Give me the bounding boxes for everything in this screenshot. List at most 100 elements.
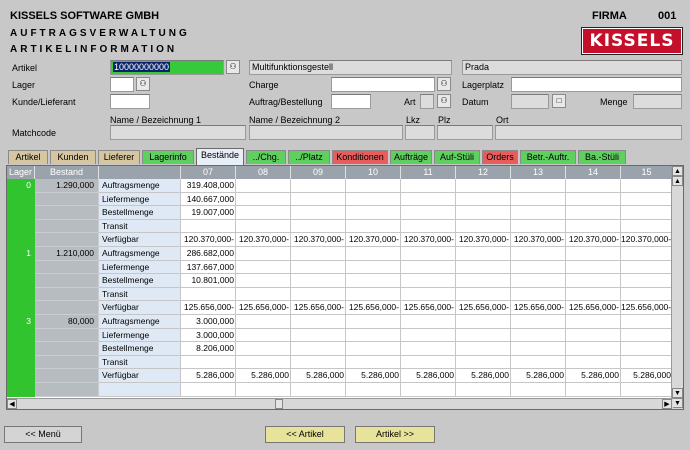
value-cell[interactable] [401,219,456,234]
value-cell[interactable] [401,315,456,329]
value-cell[interactable] [236,260,291,275]
value-cell[interactable] [511,274,566,288]
value-cell[interactable]: 8.206,000 [181,342,236,356]
value-cell[interactable] [456,206,511,220]
value-cell[interactable] [621,274,673,288]
tab-3[interactable]: Lieferer [98,150,140,164]
value-cell[interactable] [566,179,621,193]
value-cell[interactable]: 5.286,000 [621,369,673,383]
column-header[interactable]: 15 [621,166,673,179]
value-cell[interactable] [291,219,346,234]
value-cell[interactable] [401,328,456,343]
value-cell[interactable]: 120.370,000- [401,233,456,247]
value-cell[interactable]: 120.370,000- [291,233,346,247]
value-cell[interactable] [401,287,456,302]
value-cell[interactable] [236,274,291,288]
value-cell[interactable] [511,315,566,329]
column-header[interactable] [99,166,181,179]
value-cell[interactable] [511,206,566,220]
value-cell[interactable]: 120.370,000- [236,233,291,247]
value-cell[interactable]: 120.370,000- [566,233,621,247]
value-cell[interactable] [456,247,511,261]
lager-input[interactable] [110,77,134,92]
value-cell[interactable]: 3.000,000 [181,315,236,329]
tab-11[interactable]: Orders [482,150,518,164]
value-cell[interactable] [181,219,236,234]
value-cell[interactable] [346,179,401,193]
value-cell[interactable]: 3.000,000 [181,328,236,343]
tab-13[interactable]: Ba.-Stüli [578,150,626,164]
value-cell[interactable] [456,287,511,302]
value-cell[interactable] [346,247,401,261]
value-cell[interactable]: 120.370,000- [181,233,236,247]
scroll-thumb[interactable] [275,399,283,409]
value-cell[interactable] [401,342,456,356]
column-header[interactable]: 07 [181,166,236,179]
value-cell[interactable] [346,260,401,275]
value-cell[interactable] [291,179,346,193]
value-cell[interactable]: 125.656,000- [346,301,401,315]
value-cell[interactable]: 19.007,000 [181,206,236,220]
value-cell[interactable] [511,342,566,356]
value-cell[interactable] [511,355,566,370]
art-input[interactable] [420,94,434,109]
scroll-left-icon[interactable]: ◀ [7,399,17,409]
scroll-down-icon[interactable]: ▼ [672,388,683,398]
value-cell[interactable]: 125.656,000- [291,301,346,315]
value-cell[interactable] [236,355,291,370]
column-header[interactable]: 08 [236,166,291,179]
value-cell[interactable] [621,179,673,193]
value-cell[interactable] [236,315,291,329]
value-cell[interactable] [456,179,511,193]
tab-7[interactable]: ../Platz [288,150,330,164]
value-cell[interactable] [346,219,401,234]
value-cell[interactable] [236,287,291,302]
value-cell[interactable] [456,260,511,275]
value-cell[interactable] [181,287,236,302]
value-cell[interactable]: 125.656,000- [401,301,456,315]
tab-1[interactable]: Artikel [8,150,48,164]
value-cell[interactable] [236,328,291,343]
value-cell[interactable] [346,328,401,343]
value-cell[interactable]: 5.286,000 [346,369,401,383]
tab-5[interactable]: Bestände [196,148,244,165]
tab-6[interactable]: ../Chg. [246,150,286,164]
value-cell[interactable] [621,247,673,261]
art-lookup-button[interactable]: ⚇ [437,94,451,108]
value-cell[interactable]: 120.370,000- [346,233,401,247]
value-cell[interactable] [456,192,511,207]
value-cell[interactable] [566,315,621,329]
value-cell[interactable]: 5.286,000 [236,369,291,383]
charge-input[interactable] [331,77,435,92]
value-cell[interactable]: 137.667,000 [181,260,236,275]
value-cell[interactable] [566,287,621,302]
value-cell[interactable]: 120.370,000- [511,233,566,247]
column-header[interactable]: 09 [291,166,346,179]
tab-12[interactable]: Betr.-Auftr. [520,150,576,164]
value-cell[interactable]: 125.656,000- [566,301,621,315]
value-cell[interactable]: 125.656,000- [236,301,291,315]
value-cell[interactable] [621,206,673,220]
value-cell[interactable]: 5.286,000 [291,369,346,383]
value-cell[interactable] [346,192,401,207]
value-cell[interactable] [511,247,566,261]
value-cell[interactable] [401,192,456,207]
column-header[interactable]: Lager [7,166,35,179]
tab-2[interactable]: Kunden [50,150,96,164]
value-cell[interactable] [291,247,346,261]
value-cell[interactable] [291,192,346,207]
value-cell[interactable] [401,206,456,220]
value-cell[interactable]: 120.370,000- [621,233,673,247]
lagerplatz-input[interactable] [511,77,682,92]
value-cell[interactable] [566,219,621,234]
vertical-scrollbar[interactable]: ▲ ▲ ▼ ▼ [671,166,683,409]
menu-back-button[interactable]: << Menü [4,426,82,443]
value-cell[interactable] [566,355,621,370]
value-cell[interactable] [236,342,291,356]
column-header[interactable]: Bestand [35,166,99,179]
value-cell[interactable]: 5.286,000 [401,369,456,383]
value-cell[interactable] [621,355,673,370]
value-cell[interactable] [291,287,346,302]
column-header[interactable]: 13 [511,166,566,179]
column-header[interactable]: 12 [456,166,511,179]
